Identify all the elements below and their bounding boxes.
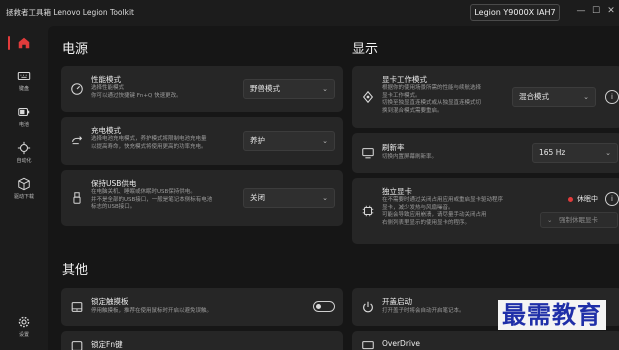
button-label: 强制休眠显卡 — [559, 216, 598, 224]
card-title: 显卡工作模式 — [382, 75, 427, 84]
card-description: 在不需要时通过关闭占用应用或重启显卡驱动程序 显卡，减少发热与风扇噪音。 可能会… — [382, 197, 504, 226]
card-title: 锁定触摸板 — [91, 297, 129, 306]
minimize-button[interactable]: — — [574, 4, 588, 18]
discrete-gpu-card: 独立显卡 在不需要时通过关闭占用应用或重启显卡驱动程序 显卡，减少发热与风扇噪音… — [352, 178, 619, 244]
charge-mode-select[interactable]: 养护 ⌄ — [243, 131, 335, 151]
select-value: 野兽模式 — [250, 84, 280, 93]
usb-power-card: 保持USB供电 在电脑关机、睡眠或休眠时USB保持供电。 并不是全部的USB接口… — [61, 170, 343, 226]
sidebar-item-drivers[interactable]: 驱动下载 — [0, 174, 48, 210]
overdrive-card: OverDrive — [352, 331, 619, 350]
card-description: 打开盖子时将会自动开启笔记本。 — [382, 308, 465, 314]
card-description: 停用触摸板，推荐在使用鼠标时开启以避免误触。 — [91, 308, 213, 314]
sidebar-item-battery[interactable]: 电池 — [0, 102, 48, 138]
fn-icon — [71, 341, 83, 350]
info-button[interactable]: i — [605, 192, 619, 206]
card-description: 选择性能模式 你可以通过快捷键 Fn+Q 快速更改。 — [91, 85, 182, 99]
keyboard-icon — [17, 71, 31, 81]
gpu-working-mode-card: 显卡工作模式 根据你的使用场景所需的性能与续航选择 显卡工作模式。 切换至独显直… — [352, 66, 619, 128]
gear-icon — [18, 316, 30, 328]
card-title: 保持USB供电 — [91, 179, 137, 188]
section-title-power: 电源 — [62, 42, 89, 57]
overdrive-icon — [362, 341, 374, 350]
refresh-rate-card: 刷新率 切换内置屏幕刷新率。 165 Hz ⌄ — [352, 133, 619, 173]
card-title: 性能模式 — [91, 75, 121, 84]
card-title: 刷新率 — [382, 143, 405, 152]
chevron-down-icon: ⌄ — [322, 137, 328, 145]
gpu-mode-icon — [362, 90, 374, 104]
automation-icon — [17, 141, 31, 155]
sidebar-item-label: 电池 — [18, 122, 29, 128]
lock-fn-card: 锁定Fn键 — [61, 331, 343, 350]
card-description: 切换内置屏幕刷新率。 — [382, 154, 438, 160]
lock-touchpad-card: 锁定触摸板 停用触摸板，推荐在使用鼠标时开启以避免误触。 — [61, 288, 343, 326]
chevron-down-icon: ⌄ — [547, 216, 553, 224]
gauge-icon — [71, 83, 83, 95]
chevron-down-icon: ⌄ — [583, 93, 589, 101]
select-value: 关闭 — [250, 193, 265, 202]
toggle-knob — [316, 304, 321, 309]
monitor-icon — [362, 148, 374, 159]
status-dot — [568, 197, 573, 202]
app-title: 拯救者工具箱 Lenovo Legion Toolkit — [6, 8, 134, 17]
chevron-down-icon: ⌄ — [322, 85, 328, 93]
close-button[interactable]: ✕ — [604, 4, 618, 18]
touchpad-icon — [71, 302, 83, 312]
charge-mode-card: 充电模式 选择电池充电模式，养护模式将限制电池充电量 以提高寿命，快充模式将使用… — [61, 117, 343, 165]
package-icon — [18, 177, 30, 191]
info-button[interactable]: i — [605, 90, 619, 104]
performance-mode-card: 性能模式 选择性能模式 你可以通过快捷键 Fn+Q 快速更改。 野兽模式 ⌄ — [61, 66, 343, 112]
select-value: 混合模式 — [519, 92, 549, 101]
chevron-down-icon: ⌄ — [605, 149, 611, 157]
sidebar-item-label: 驱动下载 — [13, 194, 34, 200]
sidebar-item-home[interactable] — [0, 30, 48, 66]
card-title: 锁定Fn键 — [91, 340, 123, 349]
sidebar-item-label: 键盘 — [18, 86, 29, 92]
gpu-status-text: 休眠中 — [577, 195, 598, 203]
card-title: 充电模式 — [91, 126, 121, 135]
watermark-logo: 最需教育 — [498, 300, 606, 330]
battery-icon — [18, 107, 30, 117]
active-indicator — [8, 36, 10, 50]
select-value: 养护 — [250, 136, 265, 145]
sidebar-item-label: 设置 — [18, 332, 29, 338]
maximize-button[interactable]: ☐ — [589, 4, 603, 18]
refresh-rate-select[interactable]: 165 Hz ⌄ — [532, 143, 618, 163]
card-description: 选择电池充电模式，养护模式将限制电池充电量 以提高寿命，快充模式将使用更高的功率… — [91, 136, 207, 150]
force-sleep-gpu-button[interactable]: ⌄ 强制休眠显卡 — [540, 212, 618, 228]
usb-icon — [73, 192, 81, 204]
card-description: 在电脑关机、睡眠或休眠时USB保持供电。 并不是全部的USB接口，一般是笔记本侧… — [91, 189, 213, 210]
chip-icon — [362, 205, 374, 217]
performance-mode-select[interactable]: 野兽模式 ⌄ — [243, 79, 335, 99]
title-bar: 拯救者工具箱 Lenovo Legion Toolkit Legion Y900… — [0, 0, 619, 26]
card-title: OverDrive — [382, 339, 421, 348]
sidebar-item-keyboard[interactable]: 键盘 — [0, 66, 48, 102]
gpu-mode-select[interactable]: 混合模式 ⌄ — [512, 87, 596, 107]
model-name-box: Legion Y9000X IAH7 — [470, 4, 560, 21]
card-description: 根据你的使用场景所需的性能与续航选择 显卡工作模式。 切换至独显直连模式或从独显… — [382, 85, 482, 114]
sidebar-item-label: 自动化 — [16, 158, 32, 164]
sidebar-item-settings[interactable]: 设置 — [0, 312, 48, 348]
sidebar-item-automation[interactable]: 自动化 — [0, 138, 48, 174]
section-title-display: 显示 — [352, 42, 379, 57]
power-icon — [363, 301, 373, 313]
sidebar: 键盘 电池 自动化 驱动下载 设置 — [0, 26, 48, 350]
card-title: 开盖启动 — [382, 297, 412, 306]
chevron-down-icon: ⌄ — [322, 194, 328, 202]
card-title: 独立显卡 — [382, 187, 412, 196]
usb-power-select[interactable]: 关闭 ⌄ — [243, 188, 335, 208]
charging-icon — [72, 136, 83, 145]
home-icon — [18, 37, 30, 49]
section-title-other: 其他 — [62, 263, 89, 278]
lock-touchpad-toggle[interactable] — [313, 301, 335, 312]
select-value: 165 Hz — [539, 148, 566, 157]
